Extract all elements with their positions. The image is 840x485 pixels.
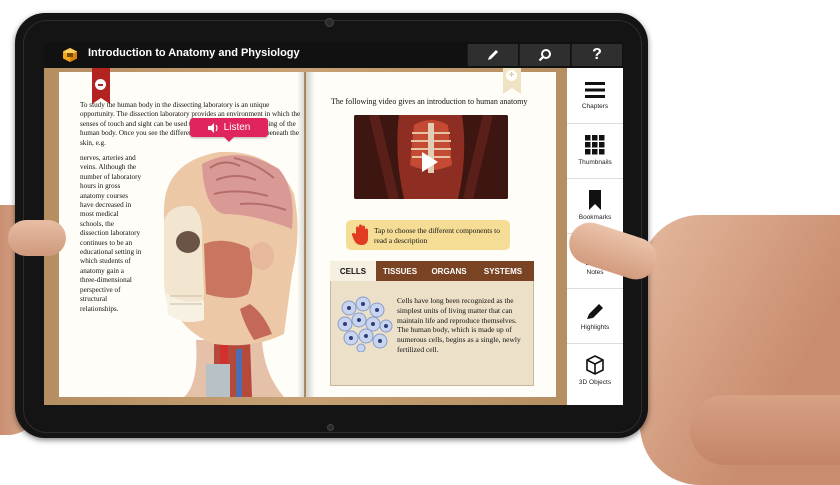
- bookmark-icon: [589, 190, 601, 210]
- book-box-icon: [63, 48, 77, 62]
- pencil-icon: [488, 50, 498, 60]
- video-intro-text: The following video gives an introductio…: [331, 97, 528, 106]
- listen-button[interactable]: Listen: [190, 118, 268, 142]
- minus-icon: [95, 79, 106, 90]
- help-button[interactable]: ?: [571, 44, 622, 66]
- search-icon: [538, 49, 551, 62]
- screen: Introduction to Anatomy and Physiology ?…: [44, 42, 623, 405]
- sidebar-item-3d-objects[interactable]: 3D Objects: [567, 343, 623, 398]
- cells-image: [337, 296, 393, 352]
- grid-icon: [585, 135, 605, 155]
- hand-icon: [351, 224, 368, 245]
- sidebar-label-highlights: Highlights: [580, 324, 610, 331]
- sidebar-item-highlights[interactable]: Highlights: [567, 288, 623, 344]
- sidebar-label-thumbnails: Thumbnails: [578, 159, 612, 166]
- camera-icon: [325, 18, 334, 27]
- sidebar-label-chapters: Chapters: [581, 103, 609, 110]
- anatomy-head-illustration: [163, 151, 298, 397]
- sidebar-label-notes: Notes: [586, 269, 604, 276]
- search-button[interactable]: [519, 44, 570, 66]
- cells-description: Cells have long been recognized as the s…: [397, 296, 521, 354]
- tab-tissues[interactable]: TISSUES: [376, 261, 424, 281]
- left-thumb: [8, 220, 66, 256]
- plus-icon: +: [506, 70, 517, 81]
- menu-icon: [585, 82, 605, 98]
- left-page-paragraph-cont: nerves, arteries and veins. Although the…: [80, 154, 142, 313]
- sidebar-item-chapters[interactable]: Chapters: [567, 68, 623, 124]
- speaker-icon: [207, 122, 218, 133]
- pencil-button[interactable]: [467, 44, 518, 66]
- top-bar: Introduction to Anatomy and Physiology ?: [44, 42, 623, 68]
- tab-organs[interactable]: ORGANS: [424, 261, 474, 281]
- sidebar-label-3d-objects: 3D Objects: [578, 379, 612, 386]
- component-tabs: CELLS TISSUES ORGANS SYSTEMS: [330, 261, 534, 281]
- tab-systems[interactable]: SYSTEMS: [474, 261, 532, 281]
- listen-label: Listen: [223, 122, 251, 133]
- sidebar-label-bookmarks: Bookmarks: [578, 214, 612, 221]
- cube-icon: [586, 355, 604, 375]
- highlighter-icon: [587, 304, 603, 319]
- right-fingers: [690, 395, 840, 465]
- sensor-icon: [327, 424, 334, 431]
- sidebar-item-thumbnails[interactable]: Thumbnails: [567, 123, 623, 179]
- app-title: Introduction to Anatomy and Physiology: [88, 47, 300, 59]
- tap-hint-text: Tap to choose the different components t…: [374, 226, 500, 245]
- tab-cells[interactable]: CELLS: [330, 261, 376, 281]
- play-icon[interactable]: [422, 152, 438, 172]
